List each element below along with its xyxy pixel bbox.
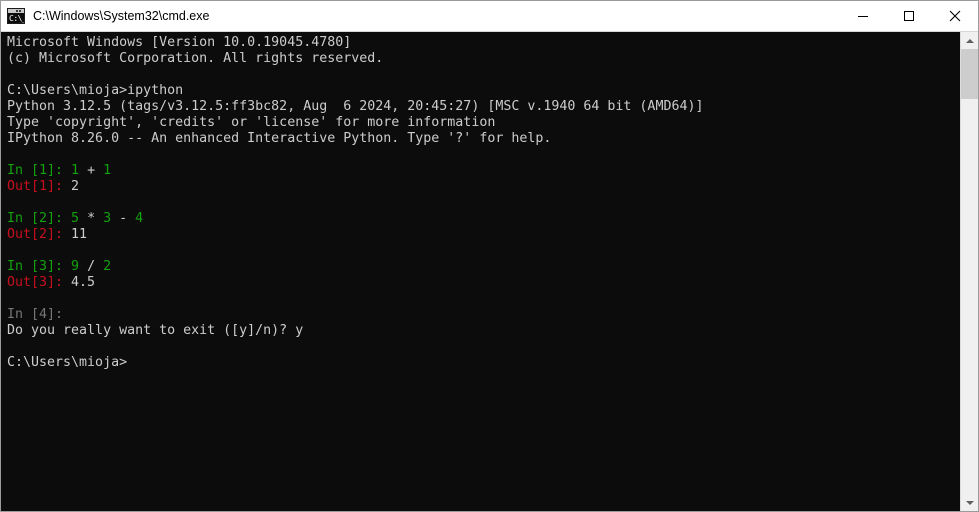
input-prompt: In [3]: [7,259,72,274]
input-prompt: In [2]: [7,211,72,226]
line-blank-6 [7,339,960,355]
line-exit-confirm: Do you really want to exit ([y]/n)? y [7,323,960,339]
scroll-up-button[interactable] [961,32,978,49]
scrollbar-track[interactable] [961,49,978,494]
output-value: 4.5 [71,275,96,290]
title-bar[interactable]: C:\_ C:\Windows\System32\cmd.exe [1,1,978,32]
line-out-2: Out[2]: 11 [7,227,960,243]
line-out-1: Out[1]: 2 [7,179,960,195]
scroll-down-arrow-icon [965,500,974,505]
line-text: Type 'copyright', 'credits' or 'license'… [7,115,496,130]
minimize-icon [858,16,868,17]
window-title: C:\Windows\System32\cmd.exe [33,9,210,23]
cmd-window: C:\_ C:\Windows\System32\cmd.exe Microso… [0,0,979,512]
line-text: Python 3.12.5 (tags/v3.12.5:ff3bc82, Aug… [7,99,704,114]
output-value: 2 [71,179,80,194]
line-in-4: In [4]: [7,307,960,323]
close-button[interactable] [932,1,978,31]
line-cmd-final: C:\Users\mioja> [7,355,960,371]
code-token: 1 [103,163,112,178]
line-copyright: (c) Microsoft Corporation. All rights re… [7,51,960,67]
code-token: 9 [71,259,80,274]
line-text: Do you really want to exit ([y]/n)? y [7,323,304,338]
maximize-icon [904,11,914,21]
line-in-2: In [2]: 5 * 3 - 4 [7,211,960,227]
line-text: IPython 8.26.0 -- An enhanced Interactiv… [7,131,552,146]
code-token: 4 [135,211,144,226]
line-ipython-banner: IPython 8.26.0 -- An enhanced Interactiv… [7,131,960,147]
line-blank-2 [7,147,960,163]
input-prompt: In [1]: [7,163,72,178]
icon-title-dots [16,10,23,12]
line-blank-4 [7,243,960,259]
line-blank-5 [7,291,960,307]
window-controls [840,1,978,31]
line-blank-1 [7,67,960,83]
line-version: Microsoft Windows [Version 10.0.19045.47… [7,35,960,51]
code-token: - [119,211,128,226]
code-token: 1 [71,163,80,178]
input-prompt: In [4]: [7,307,72,322]
line-text: Microsoft Windows [Version 10.0.19045.47… [7,35,352,50]
scroll-up-arrow-icon [965,38,974,43]
maximize-button[interactable] [886,1,932,31]
code-token: / [87,259,96,274]
output-prompt: Out[2]: [7,227,72,242]
code-token: + [87,163,96,178]
scrollbar-thumb[interactable] [961,49,978,99]
scroll-down-button[interactable] [961,494,978,511]
output-value: 11 [71,227,88,242]
minimize-button[interactable] [840,1,886,31]
line-cmd-ipython: C:\Users\mioja>ipython [7,83,960,99]
code-token: 2 [103,259,112,274]
line-text: C:\Users\mioja> [7,355,128,370]
line-in-1: In [1]: 1 + 1 [7,163,960,179]
title-bar-left: C:\_ C:\Windows\System32\cmd.exe [1,8,840,24]
vertical-scrollbar[interactable] [960,32,978,511]
line-out-3: Out[3]: 4.5 [7,275,960,291]
code-token: 3 [103,211,112,226]
line-in-3: In [3]: 9 / 2 [7,259,960,275]
code-token: 5 [71,211,80,226]
icon-prompt-text: C:\_ [9,14,25,23]
console-area: Microsoft Windows [Version 10.0.19045.47… [1,32,978,511]
cmd-console-icon: C:\_ [7,8,25,24]
output-prompt: Out[1]: [7,179,72,194]
line-type-help: Type 'copyright', 'credits' or 'license'… [7,115,960,131]
line-python-banner: Python 3.12.5 (tags/v3.12.5:ff3bc82, Aug… [7,99,960,115]
line-blank-3 [7,195,960,211]
terminal-output[interactable]: Microsoft Windows [Version 10.0.19045.47… [1,32,960,511]
output-prompt: Out[3]: [7,275,72,290]
close-icon [949,10,961,22]
code-token: * [87,211,96,226]
line-text: (c) Microsoft Corporation. All rights re… [7,51,384,66]
line-text: C:\Users\mioja>ipython [7,83,184,98]
